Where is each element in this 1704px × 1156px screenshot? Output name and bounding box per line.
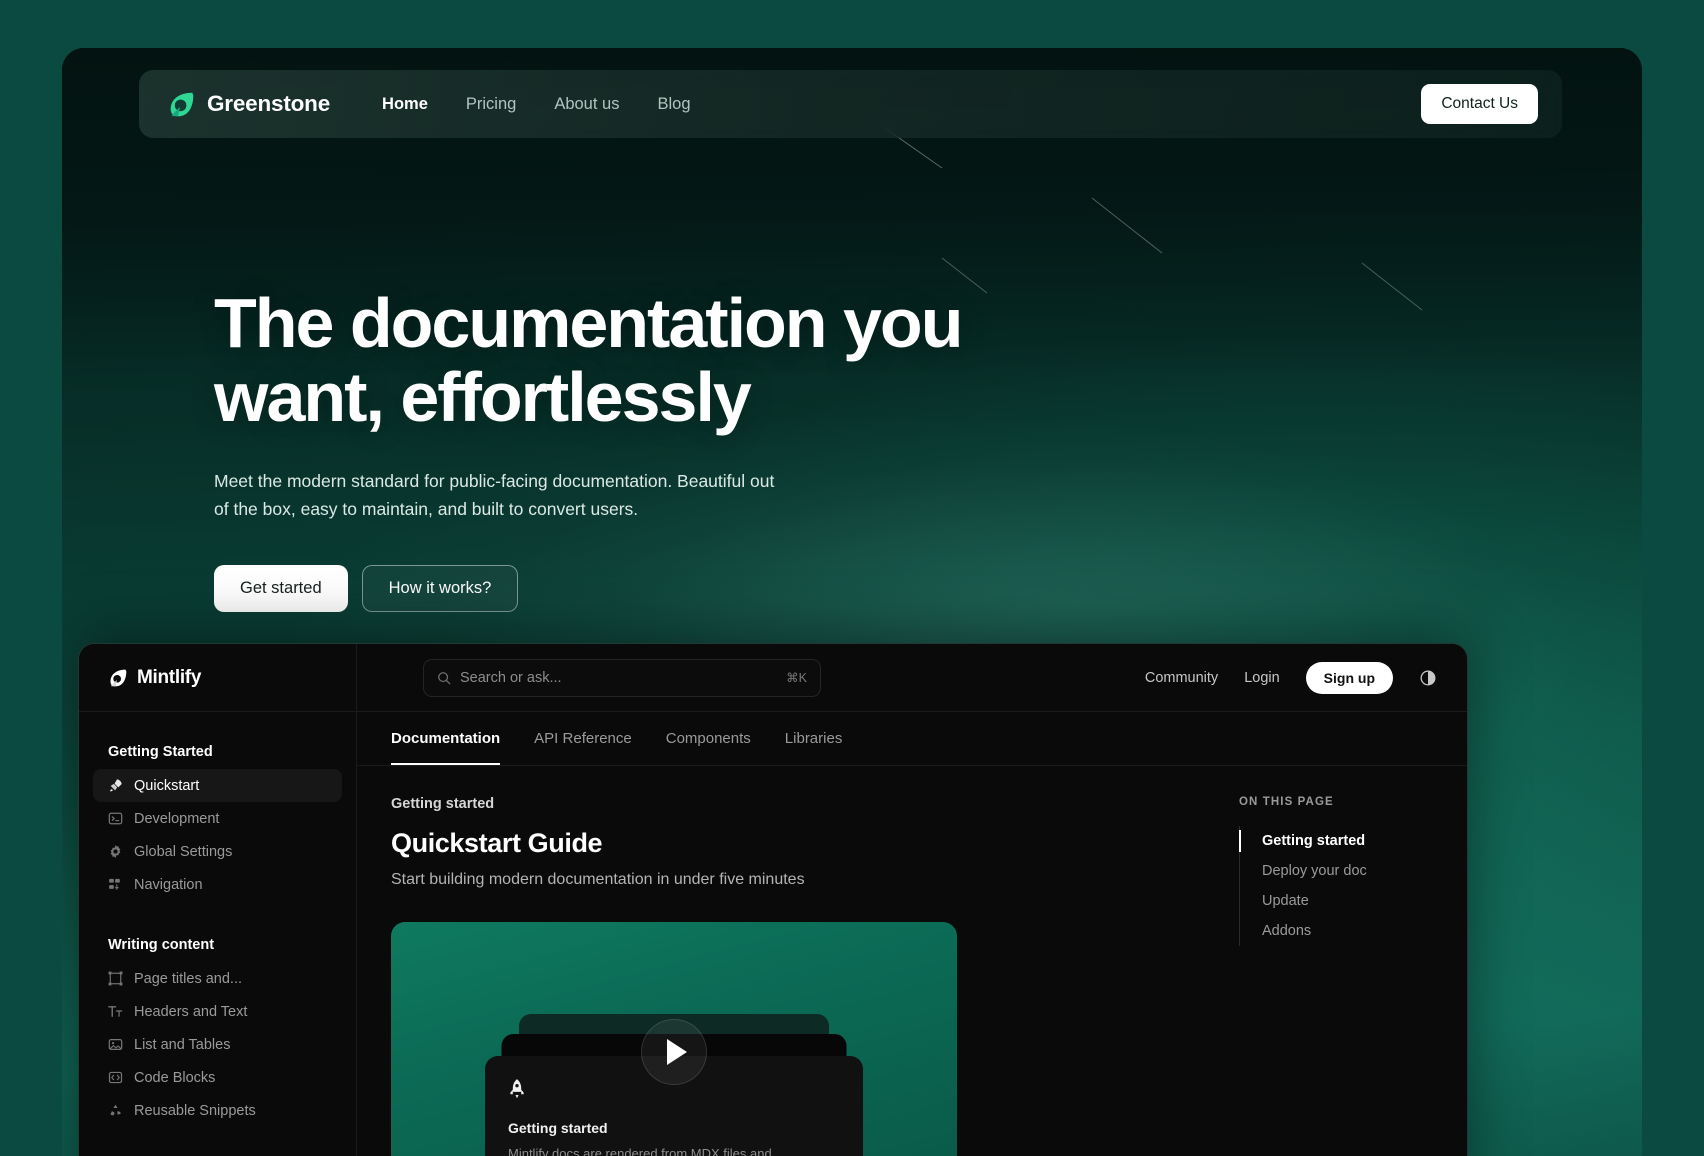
tab-api-reference[interactable]: API Reference (534, 712, 632, 765)
sidebar-item-code-blocks[interactable]: Code Blocks (93, 1061, 342, 1094)
page-title: The documentation you want, effortlessly (214, 286, 1114, 434)
content-main: Getting started Quickstart Guide Start b… (357, 766, 1467, 1156)
sidebar-item-headers-and-text[interactable]: Headers and Text (93, 995, 342, 1028)
video-player-card[interactable]: Getting started Mintlify docs are render… (391, 922, 957, 1156)
docs-header: Mintlify Search or ask... ⌘K Community L… (79, 644, 1467, 712)
on-this-page-title: ON THIS PAGE (1239, 796, 1433, 808)
article: Getting started Quickstart Guide Start b… (391, 796, 1203, 1156)
gear-icon (108, 844, 123, 859)
docs-link-community[interactable]: Community (1145, 670, 1218, 686)
hero-actions: Get started How it works? (214, 565, 1114, 612)
video-card-title: Getting started (508, 1120, 840, 1136)
sidebar-item-global-settings[interactable]: Global Settings (93, 835, 342, 868)
sidebar-item-label: Code Blocks (134, 1070, 215, 1086)
sidebar-item-label: Page titles and... (134, 971, 242, 987)
sidebar-item-list-and-tables[interactable]: List and Tables (93, 1028, 342, 1061)
rocket-icon (508, 1078, 526, 1100)
docs-brand-link[interactable]: Mintlify (79, 644, 357, 711)
code-icon (108, 1070, 123, 1085)
otp-item-addons[interactable]: Addons (1240, 916, 1433, 946)
hero-section: The documentation you want, effortlessly… (214, 286, 1114, 612)
otp-item-deploy-your-doc[interactable]: Deploy your doc (1240, 856, 1433, 886)
nav-links: Home Pricing About us Blog (382, 95, 690, 114)
sidebar-item-page-titles[interactable]: Page titles and... (93, 962, 342, 995)
tab-documentation[interactable]: Documentation (391, 712, 500, 765)
search-input[interactable]: Search or ask... ⌘K (423, 659, 821, 697)
brand-logo-link[interactable]: Greenstone (167, 90, 330, 119)
table-icon (108, 1037, 123, 1052)
how-it-works-button[interactable]: How it works? (362, 565, 519, 612)
leaf-logo-icon (167, 90, 196, 119)
text-size-icon (108, 1004, 123, 1019)
docs-preview-panel: Mintlify Search or ask... ⌘K Community L… (78, 643, 1468, 1156)
sidebar-item-label: Reusable Snippets (134, 1103, 256, 1119)
tab-components[interactable]: Components (666, 712, 751, 765)
on-this-page-panel: ON THIS PAGE Getting started Deploy your… (1203, 796, 1433, 1156)
sidebar-group-writing-content: Writing content (93, 927, 342, 962)
sidebar-item-navigation[interactable]: Navigation (93, 868, 342, 901)
landing-page: Greenstone Home Pricing About us Blog Co… (62, 48, 1642, 1156)
page-frame-icon (108, 971, 123, 986)
screenshot-frame: Greenstone Home Pricing About us Blog Co… (0, 0, 1704, 1156)
terminal-icon (108, 811, 123, 826)
sidebar-group-getting-started: Getting Started (93, 734, 342, 769)
mintlify-logo-icon (108, 668, 128, 688)
otp-item-getting-started[interactable]: Getting started (1240, 826, 1433, 856)
hero-heading-line-1: The documentation you (214, 284, 961, 362)
on-this-page-list: Getting started Deploy your doc Update A… (1239, 826, 1433, 946)
search-icon (437, 671, 451, 685)
docs-content: Documentation API Reference Components L… (357, 712, 1467, 1156)
sidebar-item-reusable-snippets[interactable]: Reusable Snippets (93, 1094, 342, 1127)
hero-heading-line-2: want, effortlessly (214, 358, 750, 436)
docs-header-actions: Community Login Sign up (1145, 662, 1467, 694)
sign-up-button[interactable]: Sign up (1306, 662, 1393, 694)
sidebar-item-label: Global Settings (134, 844, 232, 860)
brand-name: Greenstone (207, 91, 330, 117)
sidebar-item-development[interactable]: Development (93, 802, 342, 835)
get-started-button[interactable]: Get started (214, 565, 348, 612)
hero-subtext: Meet the modern standard for public-faci… (214, 468, 814, 522)
half-moon-contrast-icon[interactable] (1419, 669, 1437, 687)
breadcrumb: Getting started (391, 796, 1203, 812)
sitemap-icon (108, 877, 123, 892)
article-subtitle: Start building modern documentation in u… (391, 871, 1203, 889)
otp-item-update[interactable]: Update (1240, 886, 1433, 916)
play-icon[interactable] (641, 1019, 707, 1085)
nav-link-about-us[interactable]: About us (554, 95, 619, 114)
nav-link-home[interactable]: Home (382, 95, 428, 114)
hero-subtext-line-1: Meet the modern standard for public-faci… (214, 471, 774, 491)
sidebar-item-quickstart[interactable]: Quickstart (93, 769, 342, 802)
docs-sidebar: Getting Started Quickstart (79, 712, 357, 1156)
rocket-icon (108, 778, 123, 793)
docs-brand-name: Mintlify (137, 667, 201, 689)
contact-us-button[interactable]: Contact Us (1421, 84, 1538, 124)
recycle-icon (108, 1103, 123, 1118)
docs-link-login[interactable]: Login (1244, 670, 1279, 686)
top-navigation-bar: Greenstone Home Pricing About us Blog Co… (139, 70, 1562, 138)
docs-body: Getting Started Quickstart (79, 712, 1467, 1156)
search-shortcut-hint: ⌘K (786, 670, 807, 685)
play-triangle (667, 1039, 687, 1065)
video-card-body: Mintlify docs are rendered from MDX file… (508, 1144, 840, 1156)
sidebar-item-label: Navigation (134, 877, 203, 893)
sidebar-item-label: List and Tables (134, 1037, 230, 1053)
search-placeholder: Search or ask... (460, 670, 777, 686)
docs-tabs: Documentation API Reference Components L… (357, 712, 1467, 766)
article-title: Quickstart Guide (391, 828, 1203, 859)
nav-link-pricing[interactable]: Pricing (466, 95, 516, 114)
sidebar-item-label: Quickstart (134, 778, 199, 794)
hero-subtext-line-2: of the box, easy to maintain, and built … (214, 499, 638, 519)
nav-link-blog[interactable]: Blog (657, 95, 690, 114)
tab-libraries[interactable]: Libraries (785, 712, 843, 765)
sidebar-item-label: Headers and Text (134, 1004, 247, 1020)
sidebar-item-label: Development (134, 811, 219, 827)
